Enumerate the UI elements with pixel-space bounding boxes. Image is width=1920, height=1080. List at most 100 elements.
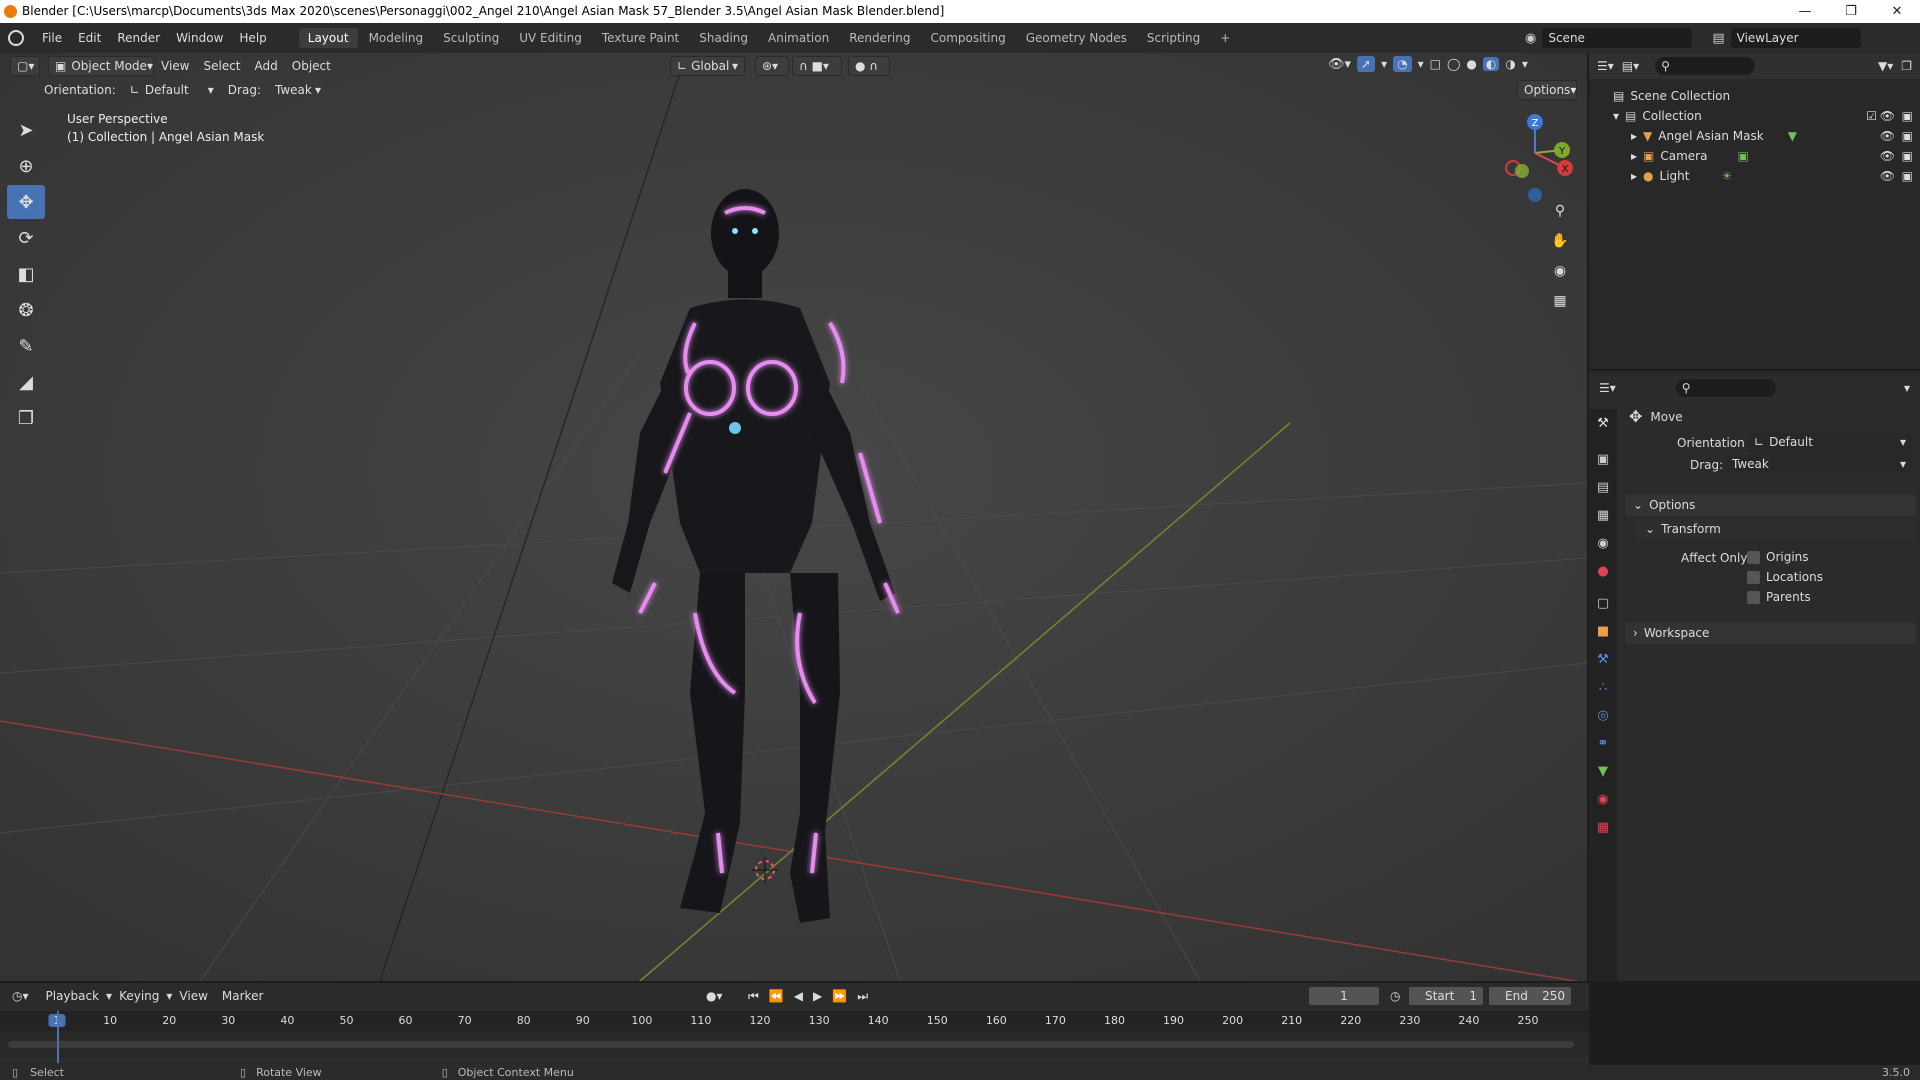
object-tab-icon[interactable]: ■	[1589, 617, 1617, 645]
proportional-editing-button[interactable]: ● ∩	[848, 56, 890, 76]
camera-render-icon[interactable]: ▣	[1902, 149, 1913, 163]
scale-tool[interactable]: ◧	[7, 257, 45, 291]
menu-window[interactable]: Window	[168, 31, 231, 45]
new-collection-icon[interactable]: ❐	[1901, 59, 1912, 73]
filter-icon[interactable]: ▼▾	[1878, 59, 1893, 73]
material-tab-icon[interactable]: ◉	[1589, 785, 1617, 813]
display-mode-icon[interactable]: ▤▾	[1622, 59, 1639, 73]
tab-compositing[interactable]: Compositing	[921, 28, 1014, 48]
render-tab-icon[interactable]: ▣	[1589, 445, 1617, 473]
snap-button[interactable]: ∩ ■▾	[792, 56, 842, 76]
properties-orientation-dropdown[interactable]: ∟ Default ▾	[1747, 432, 1913, 452]
tab-sculpting[interactable]: Sculpting	[434, 28, 508, 48]
restore-button[interactable]: ❐	[1828, 0, 1874, 23]
pivot-point-button[interactable]: ⊛▾	[755, 56, 789, 76]
timeline-editor-icon[interactable]: ◷▾	[12, 989, 29, 1003]
scene-tab-icon[interactable]: ◉	[1589, 529, 1617, 557]
properties-editor-icon[interactable]: ☰▾	[1599, 381, 1616, 395]
particles-tab-icon[interactable]: ∴	[1589, 673, 1617, 701]
tab-texture-paint[interactable]: Texture Paint	[593, 28, 688, 48]
affect-parents-checkbox[interactable]: Parents	[1747, 590, 1811, 604]
gizmo-toggle-icon[interactable]: ➚	[1357, 56, 1376, 72]
record-icon[interactable]: ●▾	[706, 989, 723, 1003]
transform-tool[interactable]: ❂	[7, 293, 45, 327]
tab-geometry-nodes[interactable]: Geometry Nodes	[1017, 28, 1136, 48]
menu-playback[interactable]: Playback	[39, 989, 107, 1003]
close-window-button[interactable]: ✕	[1874, 0, 1920, 23]
transform-orientation-dropdown[interactable]: ∟ Global ▾	[670, 56, 745, 76]
view-layer-tab-icon[interactable]: ▦	[1589, 501, 1617, 529]
outliner-scene-collection[interactable]: ▤ Scene Collection	[1613, 86, 1730, 106]
clock-icon[interactable]: ◷	[1390, 989, 1400, 1003]
collection-tab-icon[interactable]: ▢	[1589, 589, 1617, 617]
checkbox-icon[interactable]: ☑	[1866, 109, 1877, 123]
eye-icon[interactable]: 👁	[1880, 129, 1895, 143]
world-tab-icon[interactable]: ●	[1589, 557, 1617, 585]
tab-layout[interactable]: Layout	[298, 28, 358, 48]
blender-menu-icon[interactable]	[8, 30, 24, 46]
rotate-tool[interactable]: ⟳	[7, 221, 45, 255]
measure-tool[interactable]: ◢	[7, 365, 45, 399]
tab-modeling[interactable]: Modeling	[360, 28, 433, 48]
wireframe-shading-icon[interactable]: ◯	[1447, 57, 1460, 71]
menu-keying[interactable]: Keying	[112, 989, 166, 1003]
camera-render-icon[interactable]: ▣	[1902, 169, 1913, 183]
affect-origins-checkbox[interactable]: Origins	[1747, 550, 1809, 564]
pan-hand-icon[interactable]: ✋	[1547, 228, 1573, 254]
properties-drag-dropdown[interactable]: Tweak ▾	[1725, 454, 1913, 474]
camera-render-icon[interactable]: ▣	[1902, 109, 1913, 123]
material-preview-icon[interactable]: ◐	[1482, 57, 1500, 71]
outliner-search-input[interactable]: ⚲	[1655, 57, 1756, 75]
workspace-panel-header[interactable]: › Workspace	[1625, 622, 1916, 644]
outliner-item-camera[interactable]: ▸ ▣ Camera ▣ 👁 ▣	[1631, 146, 1913, 166]
select-box-tool[interactable]: ➤	[7, 113, 45, 147]
menu-object[interactable]: Object	[285, 59, 338, 73]
options-dropdown[interactable]: Options ▾	[1517, 80, 1577, 100]
menu-help[interactable]: Help	[231, 31, 274, 45]
modifier-wrench-icon[interactable]: ⚒	[1589, 645, 1617, 673]
menu-marker[interactable]: Marker	[215, 989, 270, 1003]
menu-view[interactable]: View	[172, 989, 214, 1003]
tab-rendering[interactable]: Rendering	[840, 28, 919, 48]
menu-file[interactable]: File	[34, 31, 70, 45]
mesh-data-tab-icon[interactable]: ▼	[1589, 757, 1617, 785]
jump-end-icon[interactable]: ⏭	[857, 989, 868, 1004]
navigation-gizmo[interactable]: Z Y X	[1490, 108, 1580, 208]
affect-locations-checkbox[interactable]: Locations	[1747, 570, 1823, 584]
transform-subpanel-header[interactable]: ⌄ Transform	[1637, 518, 1916, 540]
xray-icon[interactable]: □	[1430, 57, 1441, 71]
add-cube-tool[interactable]: ❐	[7, 401, 45, 435]
tab-shading[interactable]: Shading	[690, 28, 757, 48]
editor-type-button[interactable]: ▢▾	[10, 56, 40, 76]
object-mode-dropdown[interactable]: ▣ Object Mode ▾	[48, 56, 154, 76]
tab-animation[interactable]: Animation	[759, 28, 838, 48]
physics-tab-icon[interactable]: ◎	[1589, 701, 1617, 729]
solid-shading-icon[interactable]: ●	[1466, 57, 1476, 71]
jump-start-icon[interactable]: ⏮	[748, 989, 759, 1004]
tab-scripting[interactable]: Scripting	[1138, 28, 1209, 48]
playhead[interactable]	[57, 1011, 59, 1063]
zoom-icon[interactable]: ⚲	[1547, 198, 1573, 224]
constraints-tab-icon[interactable]: ⚭	[1589, 729, 1617, 757]
menu-add[interactable]: Add	[248, 59, 285, 73]
chevron-down-icon[interactable]: ▾	[1904, 381, 1910, 395]
view-layer-icon[interactable]: ▤	[1712, 31, 1724, 46]
eye-icon[interactable]: 👁	[1880, 149, 1895, 163]
output-tab-icon[interactable]: ▤	[1589, 473, 1617, 501]
camera-render-icon[interactable]: ▣	[1902, 129, 1913, 143]
current-frame-field[interactable]: 1	[1308, 986, 1380, 1006]
chevron-down-icon[interactable]: ▾	[1418, 57, 1424, 71]
ortho-grid-icon[interactable]: ▦	[1547, 288, 1573, 314]
prev-keyframe-icon[interactable]: ⏪	[769, 989, 784, 1004]
menu-view[interactable]: View	[154, 59, 196, 73]
outliner-item-angel-asian-mask[interactable]: ▸ ▼ Angel Asian Mask ▼ 👁 ▣	[1631, 126, 1913, 146]
play-icon[interactable]: ▶	[813, 989, 822, 1004]
texture-tab-icon[interactable]: ▦	[1589, 813, 1617, 841]
properties-search-input[interactable]: ⚲	[1675, 379, 1776, 397]
end-frame-field[interactable]: End 250	[1488, 986, 1572, 1006]
cursor-tool[interactable]: ⊕	[7, 149, 45, 183]
outliner-collection[interactable]: ▾ ▤ Collection ☑ 👁 ▣	[1613, 106, 1913, 126]
menu-select[interactable]: Select	[196, 59, 247, 73]
move-tool[interactable]: ✥	[7, 185, 45, 219]
chevron-down-icon[interactable]: ▾	[1381, 57, 1387, 71]
